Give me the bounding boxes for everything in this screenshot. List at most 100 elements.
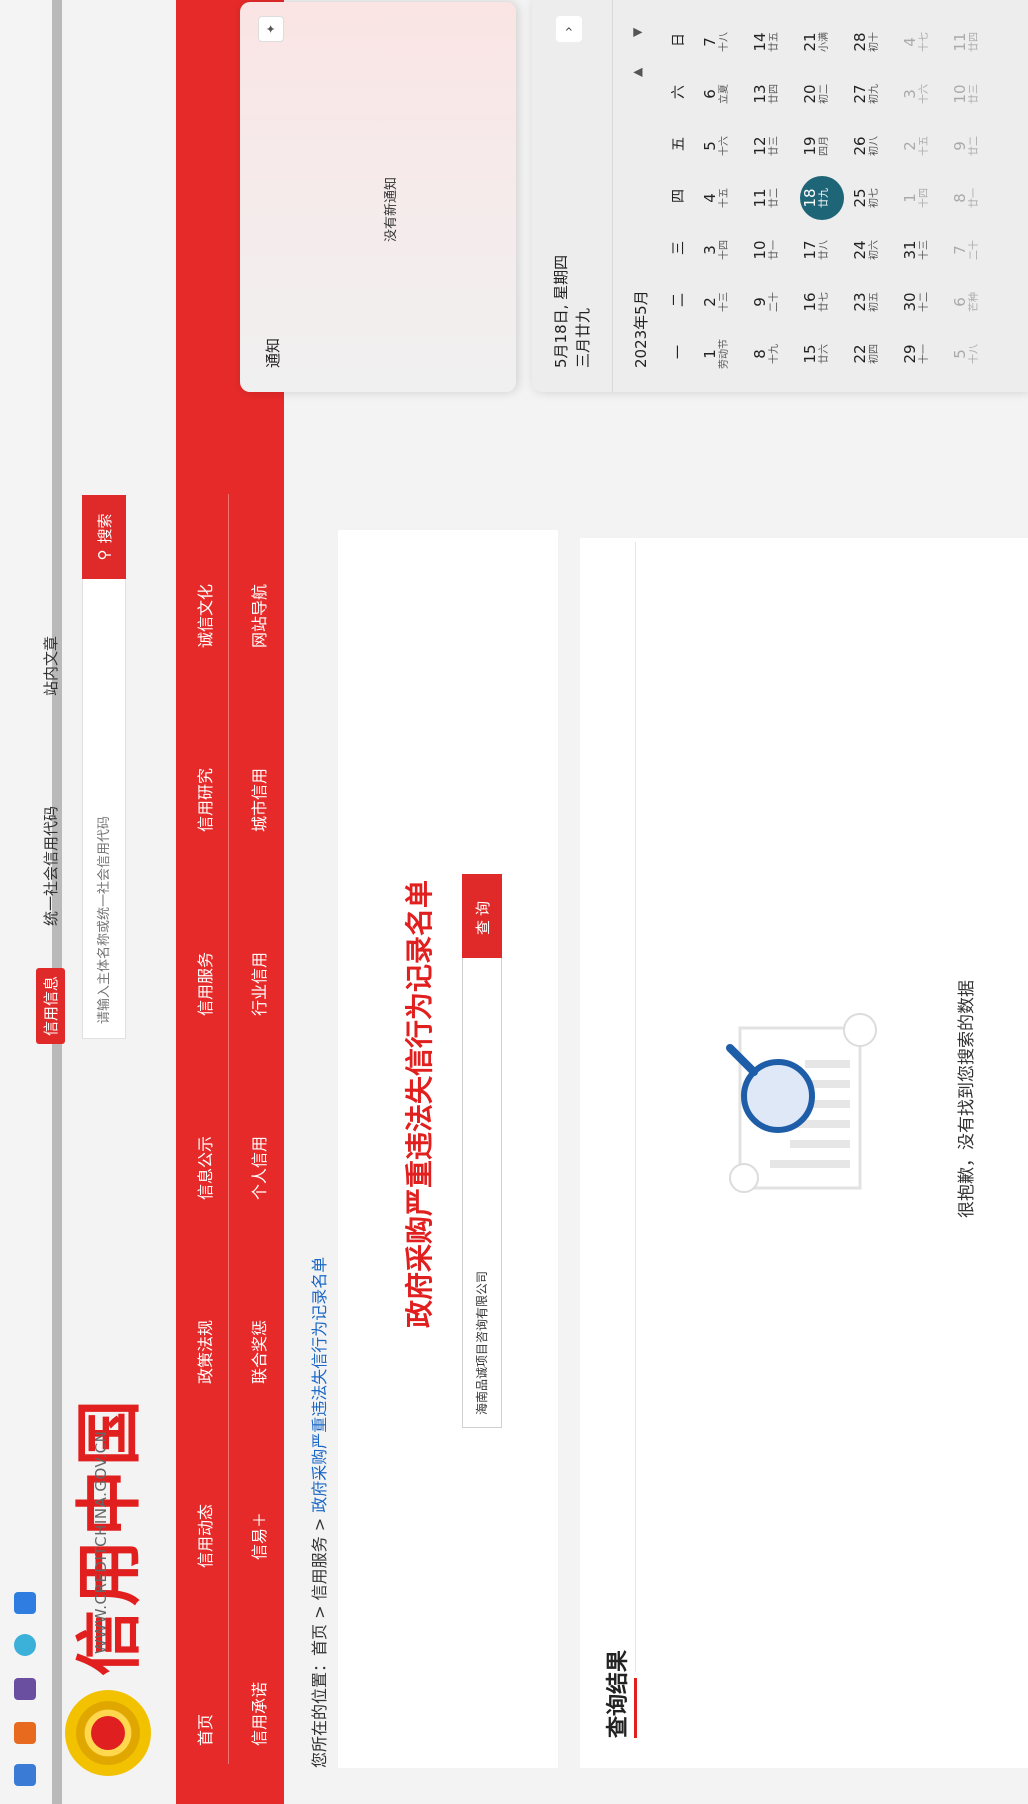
calendar-day[interactable]: 20 初二	[801, 66, 850, 122]
calendar-day[interactable]: 8 十九	[751, 326, 800, 382]
breadcrumb-credit-service[interactable]: 信用服务	[310, 1536, 329, 1600]
calendar-day[interactable]: 22 初四	[851, 326, 900, 382]
extension-icon[interactable]	[14, 1678, 36, 1700]
calendar-day[interactable]: 19 四月	[801, 118, 850, 174]
calendar-date-lunar: 三月廿九	[574, 307, 592, 368]
calendar-day[interactable]: 1 劳动节	[701, 326, 750, 382]
calendar-lunar-label: 廿四	[769, 84, 780, 104]
calendar-day[interactable]: 7 十八	[701, 14, 750, 70]
calendar-weekday: 一	[671, 345, 687, 359]
calendar-day[interactable]: 11 廿二	[751, 170, 800, 226]
calendar-lunar-label: 十八	[719, 32, 730, 52]
calendar-day-number: 20	[801, 84, 819, 104]
extension-icon[interactable]	[14, 1592, 36, 1614]
calendar-lunar-label: 十三	[719, 292, 730, 312]
extension-icon[interactable]	[14, 1634, 36, 1656]
query-button[interactable]: 查询	[462, 874, 502, 958]
empty-search-illustration	[726, 1013, 877, 1193]
calendar-day[interactable]: 16 廿七	[801, 274, 850, 330]
breadcrumb-prefix: 您所在的位置：	[310, 1655, 329, 1768]
breadcrumb-home[interactable]: 首页	[310, 1624, 329, 1656]
calendar-day[interactable]: 9 廿二	[951, 118, 1000, 174]
calendar-date-header[interactable]: 5月18日, 星期四 三月廿九	[550, 255, 594, 368]
nav-site-map[interactable]: 网站导航	[246, 584, 270, 648]
calendar-day[interactable]: 27 初九	[851, 66, 900, 122]
calendar-day[interactable]: 11 廿四	[951, 14, 1000, 70]
calendar-day[interactable]: 10 廿三	[951, 66, 1000, 122]
calendar-day[interactable]: 5 十六	[701, 118, 750, 174]
calendar-day[interactable]: 4 十五	[701, 170, 750, 226]
calendar-day[interactable]: 2 十五	[901, 118, 950, 174]
nav-credit-pledge[interactable]: 信用承诺	[246, 1682, 270, 1746]
calendar-day-number: 25	[851, 188, 869, 208]
calendar-day[interactable]: 5 十八	[951, 326, 1000, 382]
calendar-lunar-label: 二十	[769, 292, 780, 312]
calendar-day[interactable]: 29 十一	[901, 326, 950, 382]
national-emblem-logo[interactable]	[65, 1690, 151, 1776]
calendar-month-label[interactable]: 2023年5月	[630, 290, 651, 368]
calendar-day[interactable]: 4 十七	[901, 14, 950, 70]
nav-credit-service[interactable]: 信用服务	[192, 952, 216, 1016]
calendar-day[interactable]: 14 廿五	[751, 14, 800, 70]
calendar-day[interactable]: 25 初七	[851, 170, 900, 226]
search-tab-articles[interactable]: 站内文章	[36, 628, 65, 704]
calendar-day[interactable]: 28 初十	[851, 14, 900, 70]
results-title: 查询结果	[606, 1649, 631, 1738]
search-button[interactable]: ⚲ 搜索	[82, 495, 126, 579]
nav-home[interactable]: 首页	[192, 1714, 216, 1746]
calendar-lunar-label: 四月	[819, 136, 830, 156]
calendar-day[interactable]: 3 十六	[901, 66, 950, 122]
extension-icon[interactable]	[14, 1722, 36, 1744]
caret-down-icon[interactable]: ▼	[630, 28, 644, 37]
calendar-divider	[612, 0, 613, 392]
notification-title: 通知	[264, 337, 282, 368]
calendar-day[interactable]: 2 十三	[701, 274, 750, 330]
nav-joint-reward-punish[interactable]: 联合奖惩	[246, 1320, 270, 1384]
calendar-day[interactable]: 10 廿一	[751, 222, 800, 278]
breadcrumb-current[interactable]: 政府采购严重违法失信行为记录名单	[310, 1257, 329, 1513]
nav-industry-credit[interactable]: 行业信用	[246, 952, 270, 1016]
calendar-day[interactable]: 6 芒种	[951, 274, 1000, 330]
calendar-day-number: 22	[851, 344, 869, 364]
calendar-day[interactable]: 9 二十	[751, 274, 800, 330]
calendar-day[interactable]: 6 立夏	[701, 66, 750, 122]
calendar-day[interactable]: 13 廿四	[751, 66, 800, 122]
nav-integrity-culture[interactable]: 诚信文化	[192, 584, 216, 648]
calendar-day-number: 8	[751, 349, 769, 359]
nav-credit-research[interactable]: 信用研究	[192, 768, 216, 832]
calendar-day-today[interactable]: 18 廿九	[800, 170, 850, 226]
notification-settings-icon[interactable]: ✦	[258, 16, 284, 42]
nav-xinyi-plus[interactable]: 信易＋	[246, 1512, 270, 1560]
calendar-day-number: 30	[901, 292, 919, 312]
calendar-day[interactable]: 15 廿六	[801, 326, 850, 382]
caret-up-icon[interactable]: ▲	[630, 68, 644, 77]
calendar-day-number: 21	[801, 32, 819, 52]
calendar-day[interactable]: 17 廿八	[801, 222, 850, 278]
calendar-day-number: 14	[751, 32, 769, 52]
search-tab-uscc[interactable]: 统一社会信用代码	[36, 798, 65, 934]
calendar-day[interactable]: 3 十四	[701, 222, 750, 278]
calendar-day[interactable]: 30 十二	[901, 274, 950, 330]
calendar-day[interactable]: 8 廿一	[951, 170, 1000, 226]
calendar-day[interactable]: 12 廿三	[751, 118, 800, 174]
calendar-day[interactable]: 24 初六	[851, 222, 900, 278]
nav-credit-news[interactable]: 信用动态	[192, 1504, 216, 1568]
calendar-lunar-label: 初五	[869, 292, 880, 312]
chevron-right-icon[interactable]: ›	[556, 16, 582, 42]
query-input[interactable]	[463, 963, 499, 1427]
nav-city-credit[interactable]: 城市信用	[246, 768, 270, 832]
calendar-weekday: 三	[671, 241, 687, 255]
search-tab-credit-info[interactable]: 信用信息	[36, 967, 65, 1044]
search-input[interactable]	[83, 670, 123, 1038]
calendar-day[interactable]: 31 十三	[901, 222, 950, 278]
calendar-lunar-label: 廿一	[769, 240, 780, 260]
calendar-day[interactable]: 23 初五	[851, 274, 900, 330]
calendar-day[interactable]: 1 十四	[901, 170, 950, 226]
nav-policy[interactable]: 政策法规	[192, 1320, 216, 1384]
calendar-day[interactable]: 7 二十	[951, 222, 1000, 278]
calendar-day[interactable]: 21 小满	[801, 14, 850, 70]
nav-disclosure[interactable]: 信息公示	[192, 1136, 216, 1200]
calendar-day[interactable]: 26 初八	[851, 118, 900, 174]
extension-icon[interactable]	[14, 1764, 36, 1786]
nav-personal-credit[interactable]: 个人信用	[246, 1136, 270, 1200]
